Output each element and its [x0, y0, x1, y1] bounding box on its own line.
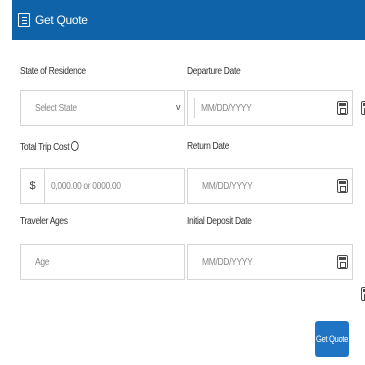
- state-placeholder: Select State: [35, 102, 77, 114]
- traveler-ages-input[interactable]: Age: [20, 244, 185, 280]
- calendar-icon: [360, 101, 365, 115]
- trip-cost-label-text: Total Trip Cost: [20, 142, 70, 153]
- deposit-date-input[interactable]: MM/DD/YYYY: [187, 244, 353, 280]
- return-calendar-button[interactable]: [333, 176, 351, 196]
- return-placeholder: MM/DD/YYYY: [202, 180, 253, 192]
- departure-date-input[interactable]: MM/DD/YYYY: [187, 90, 353, 126]
- calendar-icon: [360, 287, 365, 301]
- state-label: State of Residence: [20, 66, 86, 77]
- departure-calendar-button[interactable]: [333, 98, 351, 118]
- header-title: Get Quote: [35, 13, 88, 27]
- ages-label: Traveler Ages: [20, 216, 68, 227]
- deposit-calendar-secondary-icon[interactable]: [356, 284, 365, 304]
- departure-calendar-secondary-icon[interactable]: [356, 98, 365, 118]
- quote-header: Get Quote: [12, 0, 365, 40]
- deposit-calendar-button[interactable]: [333, 252, 351, 272]
- departure-label: Departure Date: [187, 66, 241, 77]
- chevron-down-icon: v: [176, 102, 181, 112]
- get-quote-button[interactable]: Get Quote: [315, 321, 349, 357]
- trip-cost-placeholder: 0,000.00 or 0000.00: [51, 180, 121, 192]
- calendar-icon: [336, 255, 348, 269]
- state-select[interactable]: Select State v: [20, 90, 185, 126]
- deposit-placeholder: MM/DD/YYYY: [202, 256, 253, 268]
- trip-cost-label: Total Trip Cost: [20, 141, 79, 153]
- get-quote-label: Get Quote: [315, 334, 349, 344]
- form-icon: [18, 13, 30, 27]
- return-date-input[interactable]: MM/DD/YYYY: [187, 168, 353, 204]
- calendar-icon: [336, 101, 348, 115]
- currency-addon: $: [21, 169, 45, 203]
- return-label: Return Date: [187, 141, 230, 152]
- deposit-label: Initial Deposit Date: [187, 216, 252, 227]
- ages-placeholder: Age: [35, 256, 50, 268]
- departure-placeholder: MM/DD/YYYY: [201, 102, 252, 114]
- info-icon[interactable]: [70, 141, 79, 151]
- calendar-icon: [336, 179, 348, 193]
- trip-cost-input[interactable]: $ 0,000.00 or 0000.00: [20, 168, 185, 204]
